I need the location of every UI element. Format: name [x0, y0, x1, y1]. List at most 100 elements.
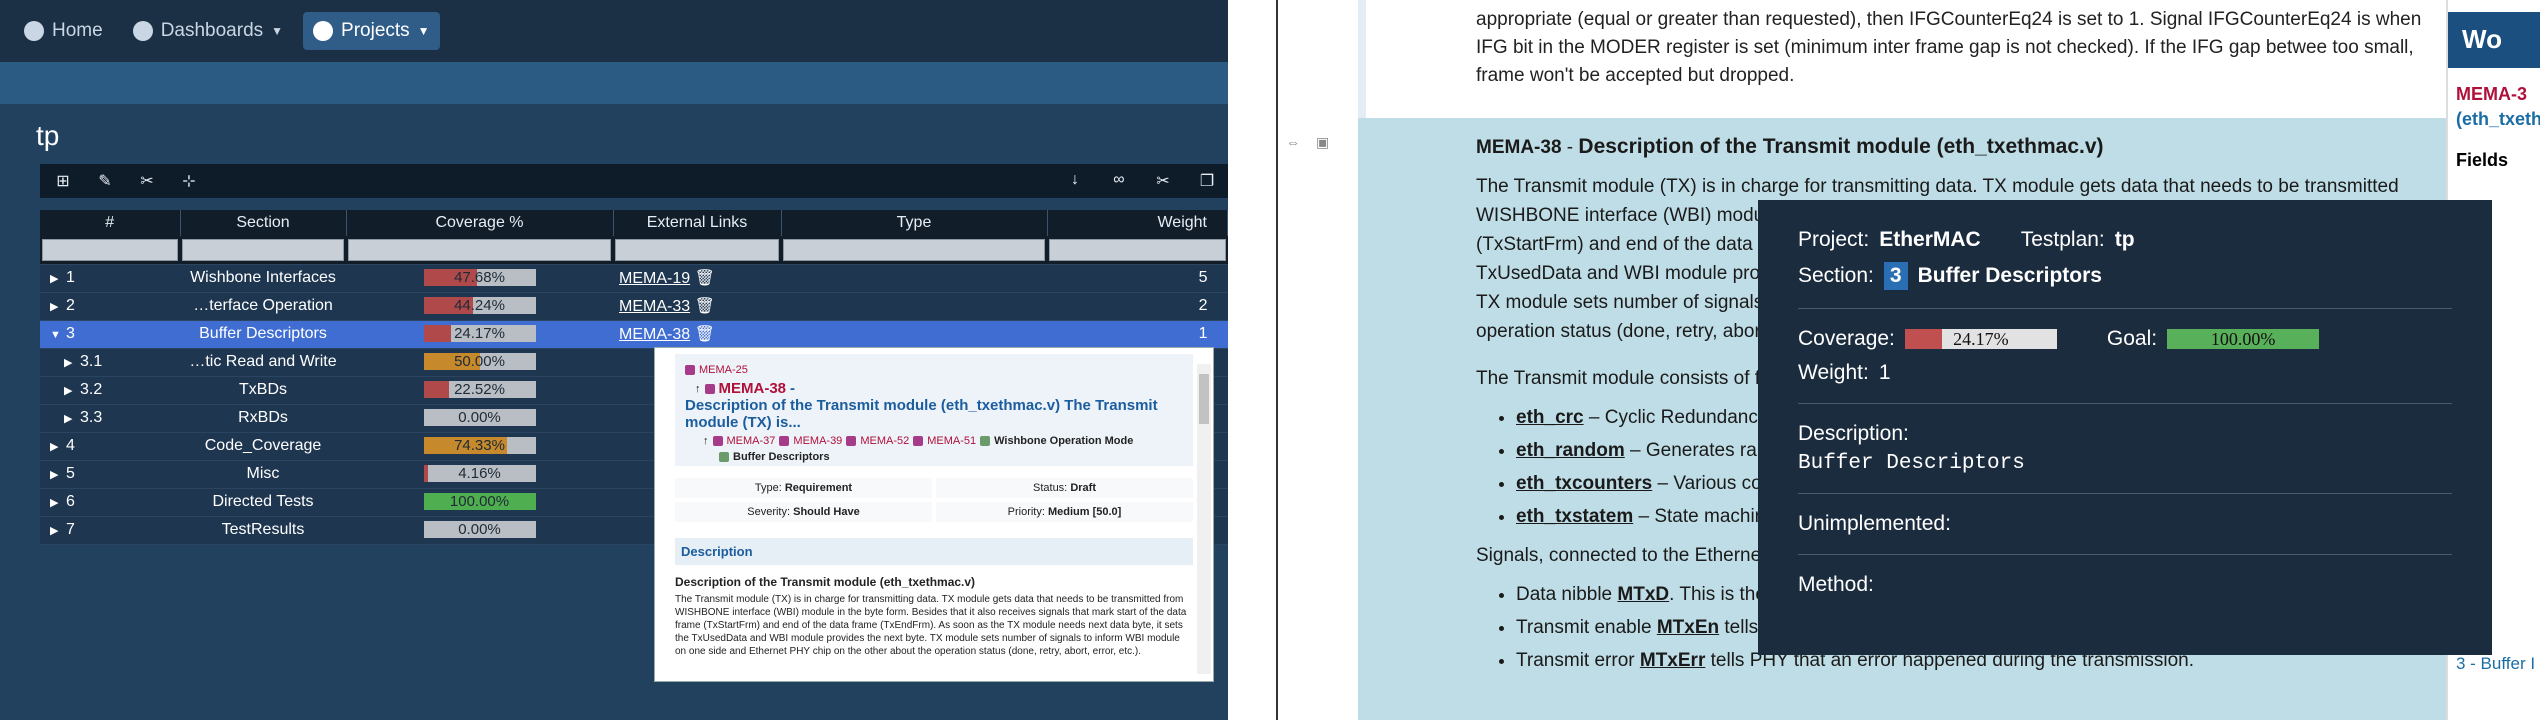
nav-home[interactable]: Home — [14, 12, 113, 50]
expand-arrow-icon[interactable]: ▶ — [64, 356, 80, 369]
add-section-icon[interactable]: ⊞ — [52, 171, 74, 191]
row-coverage: 74.33% — [346, 432, 613, 461]
filter-num[interactable] — [40, 236, 180, 265]
row-coverage: 50.00% — [346, 348, 613, 377]
module-name[interactable]: eth_crc — [1516, 407, 1584, 428]
link-chain-icon[interactable]: ⇔ — [1286, 134, 1300, 150]
doc-gutter: ⇔ ▣ — [1278, 0, 1348, 720]
expand-arrow-icon[interactable]: ▼ — [50, 329, 66, 341]
nav-dashboards[interactable]: Dashboards ▼ — [123, 12, 293, 50]
col-header-links[interactable]: External Links — [613, 210, 782, 236]
row-num: ▶ 5 — [40, 460, 180, 489]
col-header-num[interactable]: # — [40, 210, 181, 236]
external-link[interactable]: MEMA-19 — [619, 270, 690, 287]
description-label: Description: — [1798, 422, 1909, 445]
coverage-bar: 22.52% — [423, 381, 536, 399]
link-icon[interactable]: ∞ — [1108, 171, 1130, 191]
row-coverage: 24.17% — [346, 320, 613, 349]
copy-icon[interactable]: ❐ — [1196, 171, 1218, 191]
row-num: ▶ 3.1 — [40, 348, 180, 377]
wrench-icon[interactable]: ✂ — [136, 171, 158, 191]
filter-section[interactable] — [180, 236, 346, 265]
edit-icon[interactable]: ✎ — [94, 171, 116, 191]
expand-arrow-icon[interactable]: ▶ — [50, 496, 66, 509]
testplan-panel: Home Dashboards ▼ Projects ▼ tp ⊞ ✎ ✂ ⊹ ↓ … — [0, 0, 1228, 720]
coverage-bar: 0.00% — [423, 521, 536, 539]
col-header-section[interactable]: Section — [180, 210, 347, 236]
sidebar-item-file[interactable]: (eth_txethm — [2448, 105, 2540, 130]
table-row[interactable]: ▶ 1 Wishbone Interfaces 47.68% MEMA-19 🗑 … — [40, 264, 1228, 293]
row-weight: 2 — [1047, 292, 1228, 321]
filter-type[interactable] — [781, 236, 1047, 265]
sort-icon[interactable]: ↓ — [1064, 171, 1086, 191]
col-header-weight[interactable]: Weight — [1047, 210, 1228, 236]
row-type — [781, 320, 1047, 349]
row-coverage: 4.16% — [346, 460, 613, 489]
col-header-coverage[interactable]: Coverage % — [346, 210, 614, 236]
project-value: EtherMAC — [1879, 228, 1981, 251]
row-coverage: 44.24% — [346, 292, 613, 321]
child-link[interactable]: MEMA-37 — [727, 435, 776, 447]
trash-icon[interactable]: 🗑 — [695, 270, 715, 287]
para-1: The Transmit module (TX) is in charge fo… — [1476, 176, 2399, 197]
trash-icon[interactable]: 🗑 — [695, 326, 715, 343]
col-header-type[interactable]: Type — [781, 210, 1048, 236]
cut-icon[interactable]: ✂ — [1152, 171, 1174, 191]
expand-arrow-icon[interactable]: ▶ — [64, 384, 80, 397]
popup-scrollbar[interactable] — [1197, 364, 1211, 674]
external-link[interactable]: MEMA-33 — [619, 298, 690, 315]
signal-name[interactable]: MTxEn — [1657, 617, 1719, 638]
signal-name[interactable]: MTxErr — [1640, 650, 1705, 671]
prop-severity: Severity: Should Have — [675, 502, 932, 522]
sitemap-icon[interactable]: ⊹ — [178, 171, 200, 191]
table-row[interactable]: ▶ 2 …terface Operation 44.24% MEMA-33 🗑 2 — [40, 292, 1228, 321]
section-label: Section: — [1798, 264, 1874, 287]
module-name[interactable]: eth_txstatem — [1516, 506, 1633, 527]
row-weight: 1 — [1047, 320, 1228, 349]
expand-arrow-icon[interactable]: ▶ — [50, 468, 66, 481]
section-value: Buffer Descriptors — [1917, 264, 2102, 287]
nav-projects[interactable]: Projects ▼ — [303, 12, 440, 50]
expand-arrow-icon[interactable]: ▶ — [50, 524, 66, 537]
method-label: Method: — [1798, 573, 1874, 596]
expand-arrow-icon[interactable]: ▶ — [50, 440, 66, 453]
trash-icon[interactable]: 🗑 — [695, 298, 715, 315]
filter-links[interactable] — [613, 236, 781, 265]
heading-id[interactable]: MEMA-38 — [1476, 137, 1562, 158]
parent-link[interactable]: MEMA-25 — [699, 364, 748, 376]
child-link[interactable]: MEMA-51 — [927, 435, 976, 447]
cube-icon — [313, 21, 334, 41]
module-name[interactable]: eth_random — [1516, 440, 1625, 461]
sidebar-item-link[interactable]: MEMA-3 — [2448, 68, 2540, 105]
requirement-icon — [913, 436, 924, 446]
filter-weight[interactable] — [1047, 236, 1228, 265]
module-name[interactable]: eth_txcounters — [1516, 473, 1652, 494]
row-num: ▶ 2 — [40, 292, 180, 321]
external-link[interactable]: MEMA-38 — [619, 326, 690, 343]
table-row[interactable]: ▼ 3 Buffer Descriptors 24.17% MEMA-38 🗑 1 — [40, 320, 1228, 349]
child-section: Wishbone Operation Mode — [994, 435, 1134, 447]
prop-type: Type: Requirement — [675, 478, 932, 498]
weight-value: 1 — [1878, 361, 1891, 384]
current-id-link[interactable]: MEMA-38 — [719, 380, 787, 397]
child-link[interactable]: MEMA-52 — [860, 435, 909, 447]
unimplemented-label: Unimplemented: — [1798, 512, 1951, 535]
filter-coverage[interactable] — [346, 236, 613, 265]
row-links: MEMA-19 🗑 — [613, 264, 781, 293]
expand-arrow-icon[interactable]: ▶ — [50, 300, 66, 313]
row-type — [781, 292, 1047, 321]
row-section: Buffer Descriptors — [180, 320, 346, 349]
child-link[interactable]: MEMA-39 — [793, 435, 842, 447]
requirement-icon: ▣ — [1316, 134, 1330, 150]
heading-title: Description of the Transmit module (eth_… — [1578, 135, 2104, 158]
dashboard-icon — [132, 21, 153, 41]
expand-arrow-icon[interactable]: ▶ — [64, 412, 80, 425]
row-num: ▶ 3.2 — [40, 376, 180, 405]
description-header: Description — [675, 538, 1193, 565]
row-section: RxBDs — [180, 404, 346, 433]
row-coverage: 0.00% — [346, 404, 613, 433]
expand-arrow-icon[interactable]: ▶ — [50, 272, 66, 285]
signal-name[interactable]: MTxD — [1617, 584, 1669, 605]
home-icon — [24, 21, 44, 41]
prop-priority: Priority: Medium [50.0] — [936, 502, 1193, 522]
